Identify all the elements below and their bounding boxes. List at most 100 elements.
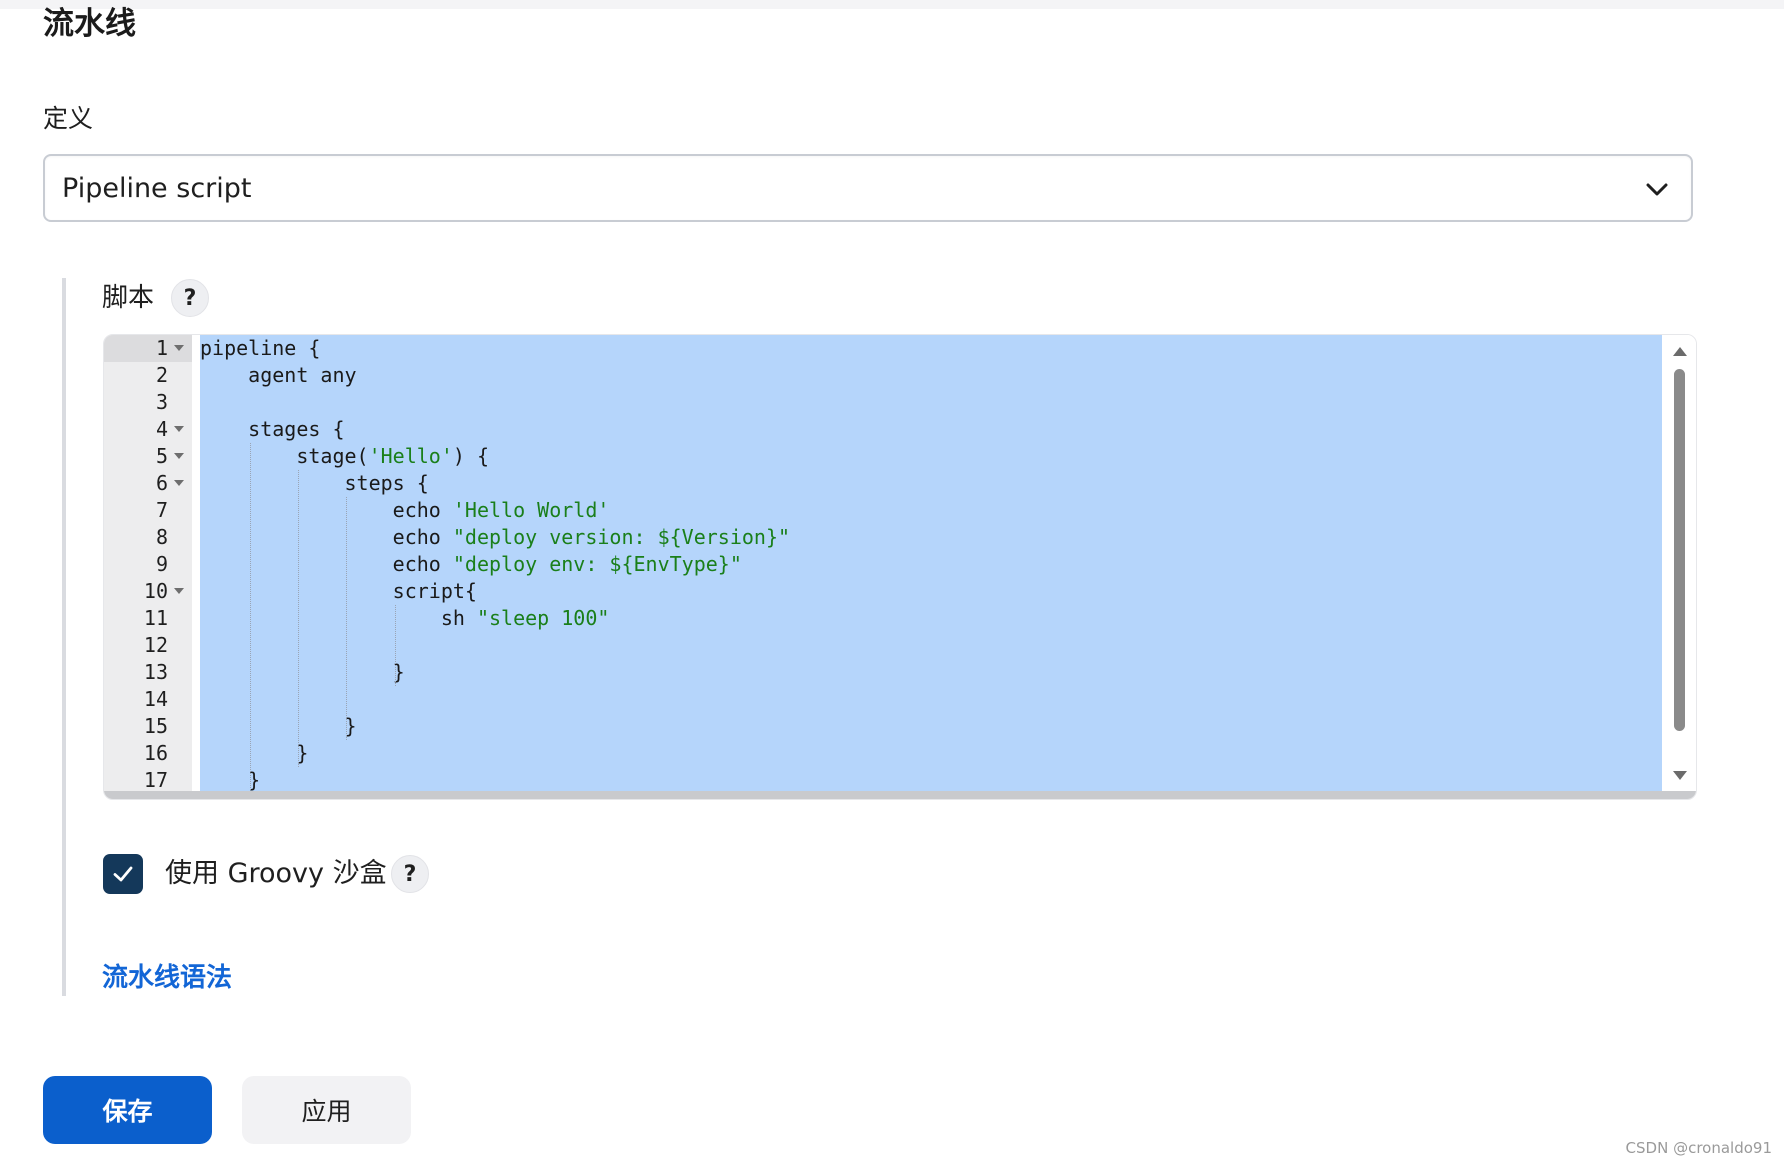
code-line: 14 xyxy=(104,686,1696,713)
scroll-down-icon[interactable] xyxy=(1673,771,1687,780)
groovy-sandbox-label[interactable]: 使用 Groovy 沙盒 xyxy=(165,856,387,892)
code-text: } xyxy=(200,659,405,686)
code-line: 6 steps { xyxy=(104,470,1696,497)
code-text: } xyxy=(200,713,357,740)
line-number: 2 xyxy=(155,363,168,387)
help-icon: ? xyxy=(183,285,197,311)
code-text: agent any xyxy=(200,362,357,389)
code-text: sh "sleep 100" xyxy=(200,605,610,632)
code-line: 7 echo 'Hello World' xyxy=(104,497,1696,524)
code-text: echo 'Hello World' xyxy=(200,497,610,524)
code-token: } xyxy=(200,714,357,738)
code-line: 2 agent any xyxy=(104,362,1696,389)
definition-select-value: Pipeline script xyxy=(62,173,252,204)
groovy-sandbox-checkbox[interactable] xyxy=(103,854,143,894)
indent-guide xyxy=(298,470,300,767)
code-line: 12 xyxy=(104,632,1696,659)
code-token: } xyxy=(200,660,405,684)
code-token: sh xyxy=(200,606,477,630)
line-number: 5 xyxy=(155,444,168,468)
definition-select[interactable]: Pipeline script xyxy=(43,154,1693,222)
top-bar xyxy=(0,0,1784,9)
line-number: 12 xyxy=(143,633,168,657)
code-line: 16 } xyxy=(104,740,1696,767)
code-text: steps { xyxy=(200,470,428,497)
code-token: pipeline { xyxy=(200,336,321,360)
code-token: stages { xyxy=(200,417,345,441)
code-text: echo "deploy env: ${EnvType}" xyxy=(200,551,742,578)
code-token: echo xyxy=(200,525,453,549)
indent-guide xyxy=(250,443,252,794)
line-number: 7 xyxy=(155,498,168,522)
scrollbar-thumb[interactable] xyxy=(1674,369,1685,731)
script-editor[interactable]: 1 pipeline {2 agent any 3 4 stages {5 stage… xyxy=(103,334,1697,800)
fold-arrow-icon[interactable] xyxy=(174,480,184,486)
code-token: script{ xyxy=(200,579,477,603)
vertical-scrollbar[interactable] xyxy=(1662,335,1696,791)
pipeline-syntax-link[interactable]: 流水线语法 xyxy=(102,960,232,996)
code-line: 15 } xyxy=(104,713,1696,740)
code-line: 11 sh "sleep 100" xyxy=(104,605,1696,632)
section-indent-rule xyxy=(62,278,66,996)
section-title: 流水线 xyxy=(43,6,136,42)
line-number: 4 xyxy=(155,417,168,441)
line-number: 10 xyxy=(143,579,168,603)
string-literal: "deploy env: ${EnvType}" xyxy=(452,552,742,576)
line-number: 15 xyxy=(143,714,168,738)
code-text: stage('Hello') { xyxy=(200,443,489,470)
fold-arrow-icon[interactable] xyxy=(174,453,184,459)
sandbox-help-button[interactable]: ? xyxy=(391,855,429,893)
code-text: } xyxy=(200,767,260,794)
code-token: stage( xyxy=(200,444,369,468)
string-literal: "sleep 100" xyxy=(476,606,610,630)
script-label: 脚本 xyxy=(102,283,155,313)
code-line: 13 } xyxy=(104,659,1696,686)
code-line: 9 echo "deploy env: ${EnvType}" xyxy=(104,551,1696,578)
line-number: 17 xyxy=(143,768,168,792)
line-number: 11 xyxy=(143,606,168,630)
line-number: 8 xyxy=(155,525,168,549)
string-literal: 'Hello World' xyxy=(452,498,610,522)
code-text: echo "deploy version: ${Version}" xyxy=(200,524,790,551)
code-line: 10 script{ xyxy=(104,578,1696,605)
line-number: 13 xyxy=(143,660,168,684)
fold-arrow-icon[interactable] xyxy=(174,426,184,432)
string-literal: 'Hello' xyxy=(368,444,453,468)
horizontal-scrollbar[interactable] xyxy=(104,791,1696,799)
fold-arrow-icon[interactable] xyxy=(174,345,184,351)
code-line: 1 pipeline { xyxy=(104,335,1696,362)
save-button[interactable]: 保存 xyxy=(43,1076,212,1144)
chevron-down-icon xyxy=(1646,183,1668,196)
code-line: 8 echo "deploy version: ${Version}" xyxy=(104,524,1696,551)
line-number: 14 xyxy=(143,687,168,711)
scroll-up-icon[interactable] xyxy=(1673,347,1687,356)
indent-guide xyxy=(346,497,348,740)
script-help-button[interactable]: ? xyxy=(171,279,209,317)
watermark: CSDN @cronaldo91 xyxy=(1625,1139,1772,1157)
check-icon xyxy=(113,866,133,882)
code-line: 3 xyxy=(104,389,1696,416)
code-line: 5 stage('Hello') { xyxy=(104,443,1696,470)
line-number: 1 xyxy=(155,336,168,360)
line-number: 16 xyxy=(143,741,168,765)
string-literal: "deploy version: ${Version}" xyxy=(452,525,791,549)
definition-label: 定义 xyxy=(43,104,94,133)
fold-arrow-icon[interactable] xyxy=(174,588,184,594)
code-text: pipeline { xyxy=(200,335,320,362)
code-token: } xyxy=(200,768,261,792)
line-number: 3 xyxy=(155,390,168,414)
help-icon: ? xyxy=(403,861,417,887)
code-token: echo xyxy=(200,552,453,576)
code-token: ) { xyxy=(452,444,489,468)
line-number: 6 xyxy=(155,471,168,495)
code-token: echo xyxy=(200,498,453,522)
code-token: } xyxy=(200,741,309,765)
code-text: } xyxy=(200,740,308,767)
code-text: script{ xyxy=(200,578,477,605)
line-number: 9 xyxy=(155,552,168,576)
code-text: stages { xyxy=(200,416,345,443)
apply-button[interactable]: 应用 xyxy=(242,1076,411,1144)
code-token: agent any xyxy=(200,363,357,387)
code-line: 17 } xyxy=(104,767,1696,794)
code-line: 4 stages { xyxy=(104,416,1696,443)
